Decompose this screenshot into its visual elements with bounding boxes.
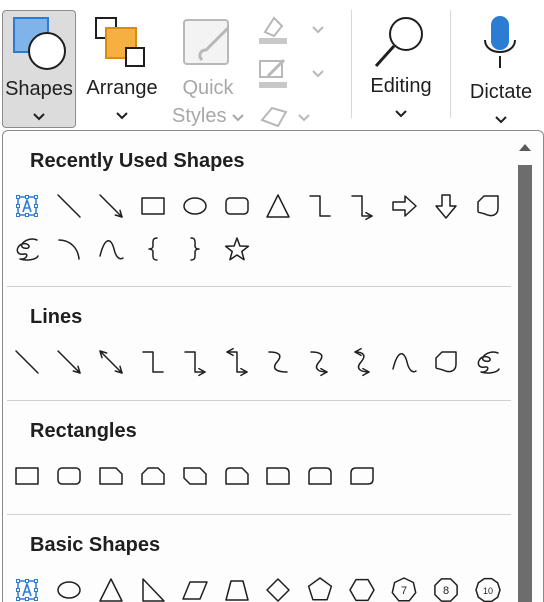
curve-shape-icon[interactable] — [96, 234, 126, 264]
chevron-down-icon — [358, 106, 444, 124]
freeform-scribble-shape-icon[interactable] — [473, 347, 503, 377]
dictate-button[interactable]: Dictate — [458, 10, 544, 128]
round-single-corner-rectangle-shape-icon[interactable] — [263, 461, 293, 491]
quick-styles-icon — [183, 19, 230, 65]
elbow-double-arrow-connector-shape-icon[interactable] — [222, 347, 252, 377]
line-shape-icon[interactable] — [12, 347, 42, 377]
left-brace-shape-icon[interactable] — [138, 234, 168, 264]
section-separator — [7, 514, 511, 515]
curved-connector-shape-icon[interactable] — [263, 347, 293, 377]
snip-same-side-corner-rectangle-shape-icon[interactable] — [138, 461, 168, 491]
elbow-connector-shape-icon[interactable] — [305, 191, 335, 221]
chevron-down-icon — [80, 108, 164, 126]
eraser-effects-icon — [260, 106, 288, 128]
block-arrow-down-shape-icon[interactable] — [431, 191, 461, 221]
section-separator — [7, 286, 511, 287]
text-box-shape-icon[interactable] — [12, 191, 42, 221]
quick-styles-button[interactable]: Quick Styles — [166, 10, 250, 128]
quick-styles-label-2: Styles — [166, 104, 250, 128]
oval-shape-icon[interactable] — [180, 191, 210, 221]
ribbon-separator — [450, 10, 451, 118]
section-title-recently-used: Recently Used Shapes — [30, 150, 245, 172]
elbow-connector-shape-icon[interactable] — [138, 347, 168, 377]
svg-text:8: 8 — [443, 585, 449, 597]
chevron-down-icon — [3, 109, 75, 127]
shape-outline-button[interactable] — [254, 56, 330, 92]
paint-bucket-icon — [259, 16, 287, 44]
pencil-outline-icon — [259, 58, 287, 88]
line-shape-icon[interactable] — [54, 191, 84, 221]
oval-shape-icon[interactable] — [54, 575, 84, 602]
shapes-label: Shapes — [5, 78, 73, 100]
right-brace-shape-icon[interactable] — [180, 234, 210, 264]
shapes-icon — [13, 17, 66, 70]
star-5-point-shape-icon[interactable] — [222, 234, 252, 264]
round-same-side-corner-rectangle-shape-icon[interactable] — [305, 461, 335, 491]
microphone-icon — [484, 16, 516, 68]
block-arrow-right-shape-icon[interactable] — [389, 191, 419, 221]
triangle-shape-icon[interactable] — [263, 191, 293, 221]
arc-shape-icon[interactable] — [54, 234, 84, 264]
ribbon: Shapes Arrange Quick Styles Editing Dict… — [0, 0, 544, 132]
editing-button[interactable]: Editing — [358, 10, 444, 128]
round-diagonal-corner-rectangle-shape-icon[interactable] — [347, 461, 377, 491]
arrow-line-shape-icon[interactable] — [96, 191, 126, 221]
rounded-rectangle-shape-icon[interactable] — [222, 191, 252, 221]
svg-text:10: 10 — [483, 586, 493, 596]
shape-effects-button[interactable] — [254, 100, 330, 130]
scroll-up-icon[interactable] — [515, 137, 535, 157]
arrange-label: Arrange — [86, 77, 158, 99]
curved-double-arrow-connector-shape-icon[interactable] — [347, 347, 377, 377]
chevron-down-icon — [312, 70, 324, 78]
shapes-gallery-panel: Recently Used Shapes Lines Rectangles Ba… — [2, 130, 544, 602]
shape-fill-button[interactable] — [254, 12, 330, 48]
chevron-down-icon — [312, 26, 324, 34]
isosceles-triangle-shape-icon[interactable] — [96, 575, 126, 602]
snip-round-single-corner-rectangle-shape-icon[interactable] — [222, 461, 252, 491]
search-icon — [374, 17, 423, 68]
pentagon-shape-icon[interactable] — [305, 575, 335, 602]
octagon-shape-icon[interactable]: 8 — [431, 575, 461, 602]
ribbon-separator — [351, 10, 352, 118]
snip-single-corner-rectangle-shape-icon[interactable] — [96, 461, 126, 491]
rectangle-shape-icon[interactable] — [138, 191, 168, 221]
hexagon-shape-icon[interactable] — [347, 575, 377, 602]
diamond-shape-icon[interactable] — [263, 575, 293, 602]
editing-label: Editing — [370, 75, 432, 97]
quick-styles-label-1: Quick — [182, 77, 234, 99]
arrange-icon — [95, 17, 145, 67]
chevron-down-icon — [298, 114, 310, 122]
right-triangle-shape-icon[interactable] — [138, 575, 168, 602]
curved-arrow-connector-shape-icon[interactable] — [305, 347, 335, 377]
decagon-shape-icon[interactable]: 10 — [473, 575, 503, 602]
section-title-rectangles: Rectangles — [30, 420, 137, 442]
freeform-scribble-shape-icon[interactable] — [12, 234, 42, 264]
text-box-shape-icon[interactable] — [12, 575, 42, 602]
curve-shape-icon[interactable] — [389, 347, 419, 377]
svg-text:7: 7 — [401, 585, 407, 597]
flowchart-card-shape-icon[interactable] — [473, 191, 503, 221]
section-title-basic-shapes: Basic Shapes — [30, 534, 161, 556]
elbow-arrow-connector-shape-icon[interactable] — [180, 347, 210, 377]
chevron-down-icon — [458, 112, 544, 130]
chevron-down-icon — [232, 114, 244, 122]
heptagon-shape-icon[interactable]: 7 — [389, 575, 419, 602]
parallelogram-shape-icon[interactable] — [180, 575, 210, 602]
elbow-arrow-connector-shape-icon[interactable] — [347, 191, 377, 221]
rounded-rectangle-shape-icon[interactable] — [54, 461, 84, 491]
gallery-scrollbar[interactable] — [515, 137, 535, 602]
shapes-button[interactable]: Shapes — [2, 10, 76, 128]
scrollbar-thumb[interactable] — [518, 165, 532, 602]
arrange-button[interactable]: Arrange — [80, 10, 164, 128]
shapes-gallery: Recently Used Shapes Lines Rectangles Ba… — [3, 131, 513, 602]
rectangle-shape-icon[interactable] — [12, 461, 42, 491]
dictate-label: Dictate — [469, 81, 533, 103]
snip-diagonal-corner-rectangle-shape-icon[interactable] — [180, 461, 210, 491]
section-separator — [7, 400, 511, 401]
line-double-arrow-shape-icon[interactable] — [96, 347, 126, 377]
section-title-lines: Lines — [30, 306, 83, 328]
line-arrow-shape-icon[interactable] — [54, 347, 84, 377]
trapezoid-shape-icon[interactable] — [222, 575, 252, 602]
freeform-shape-shape-icon[interactable] — [431, 347, 461, 377]
